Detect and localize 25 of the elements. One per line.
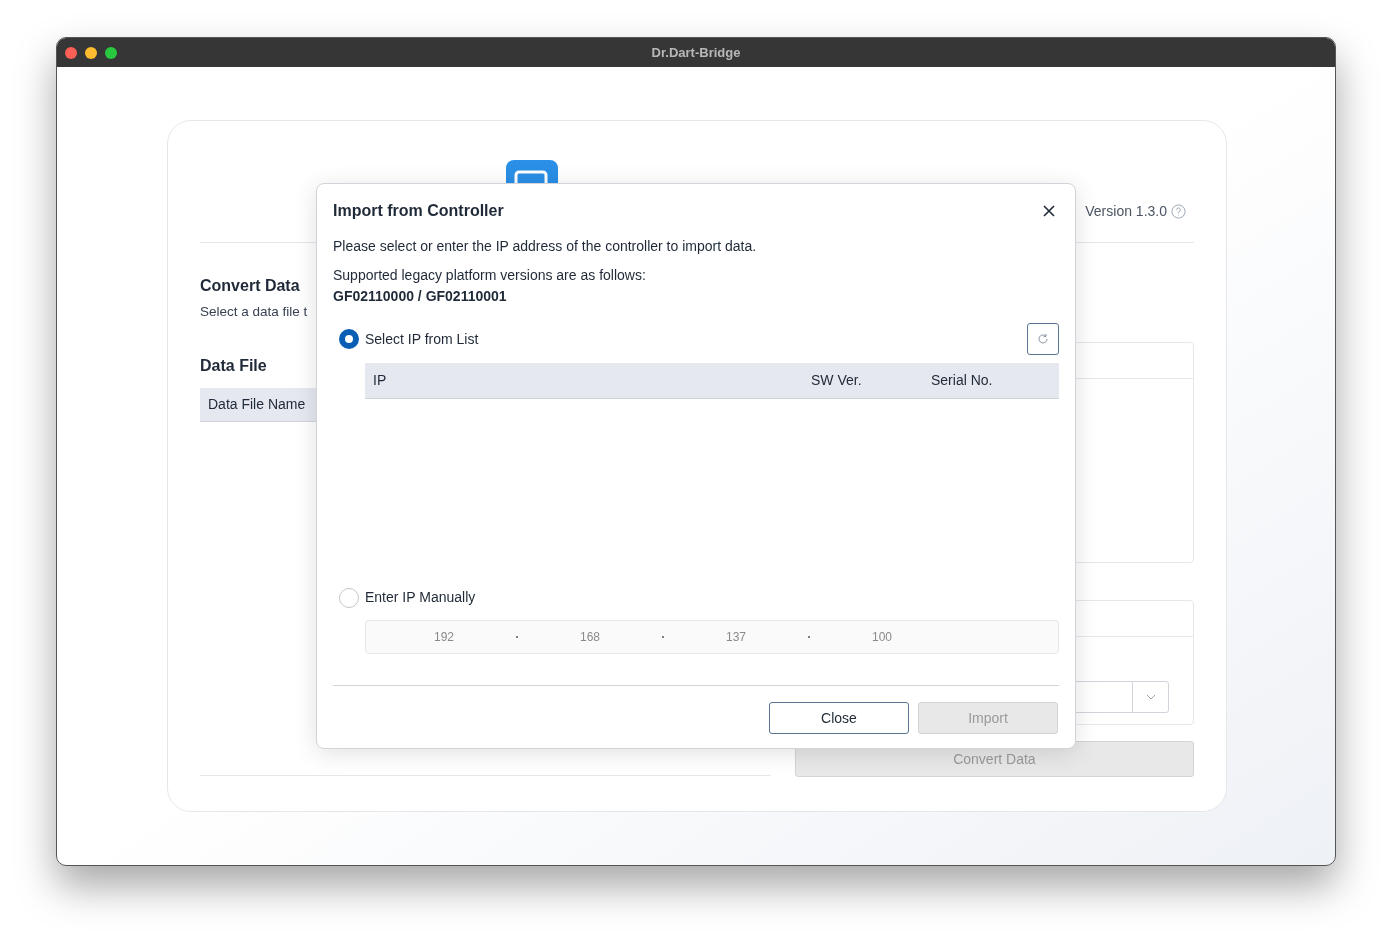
dialog-description: Please select or enter the IP address of the controller to import data. (333, 237, 758, 256)
minimize-window-icon[interactable] (85, 46, 97, 59)
radio-button[interactable] (339, 329, 359, 349)
radio-button[interactable] (339, 587, 359, 608)
close-window-icon[interactable] (65, 46, 77, 59)
column-header: SW Ver. (811, 371, 863, 390)
chevron-down-icon (1145, 694, 1156, 700)
column-header: IP (373, 371, 388, 390)
radio-label: Select IP from List (365, 329, 479, 349)
refresh-button[interactable] (1027, 323, 1059, 355)
section-title: Convert Data (200, 276, 300, 296)
section-title: Data File (200, 356, 267, 377)
close-button[interactable]: Close (769, 702, 909, 734)
column-header: Data File Name (208, 395, 306, 415)
window-title: Dr.Dart-Bridge (651, 43, 741, 62)
section-subtitle: Select a data file t (200, 303, 308, 321)
dialog-title: Import from Controller (333, 201, 504, 221)
radio-label: Enter IP Manually (365, 588, 476, 607)
versions-intro: Supported legacy platform versions are as follows: (333, 266, 647, 285)
close-icon[interactable] (1043, 205, 1055, 217)
version-label: Version 1.3.0 (1085, 202, 1167, 221)
supported-versions: GF02110000 / GF02110001 (333, 287, 508, 306)
column-header: Serial No. (931, 371, 994, 390)
zoom-window-icon[interactable] (105, 46, 117, 59)
refresh-icon (1037, 333, 1049, 345)
